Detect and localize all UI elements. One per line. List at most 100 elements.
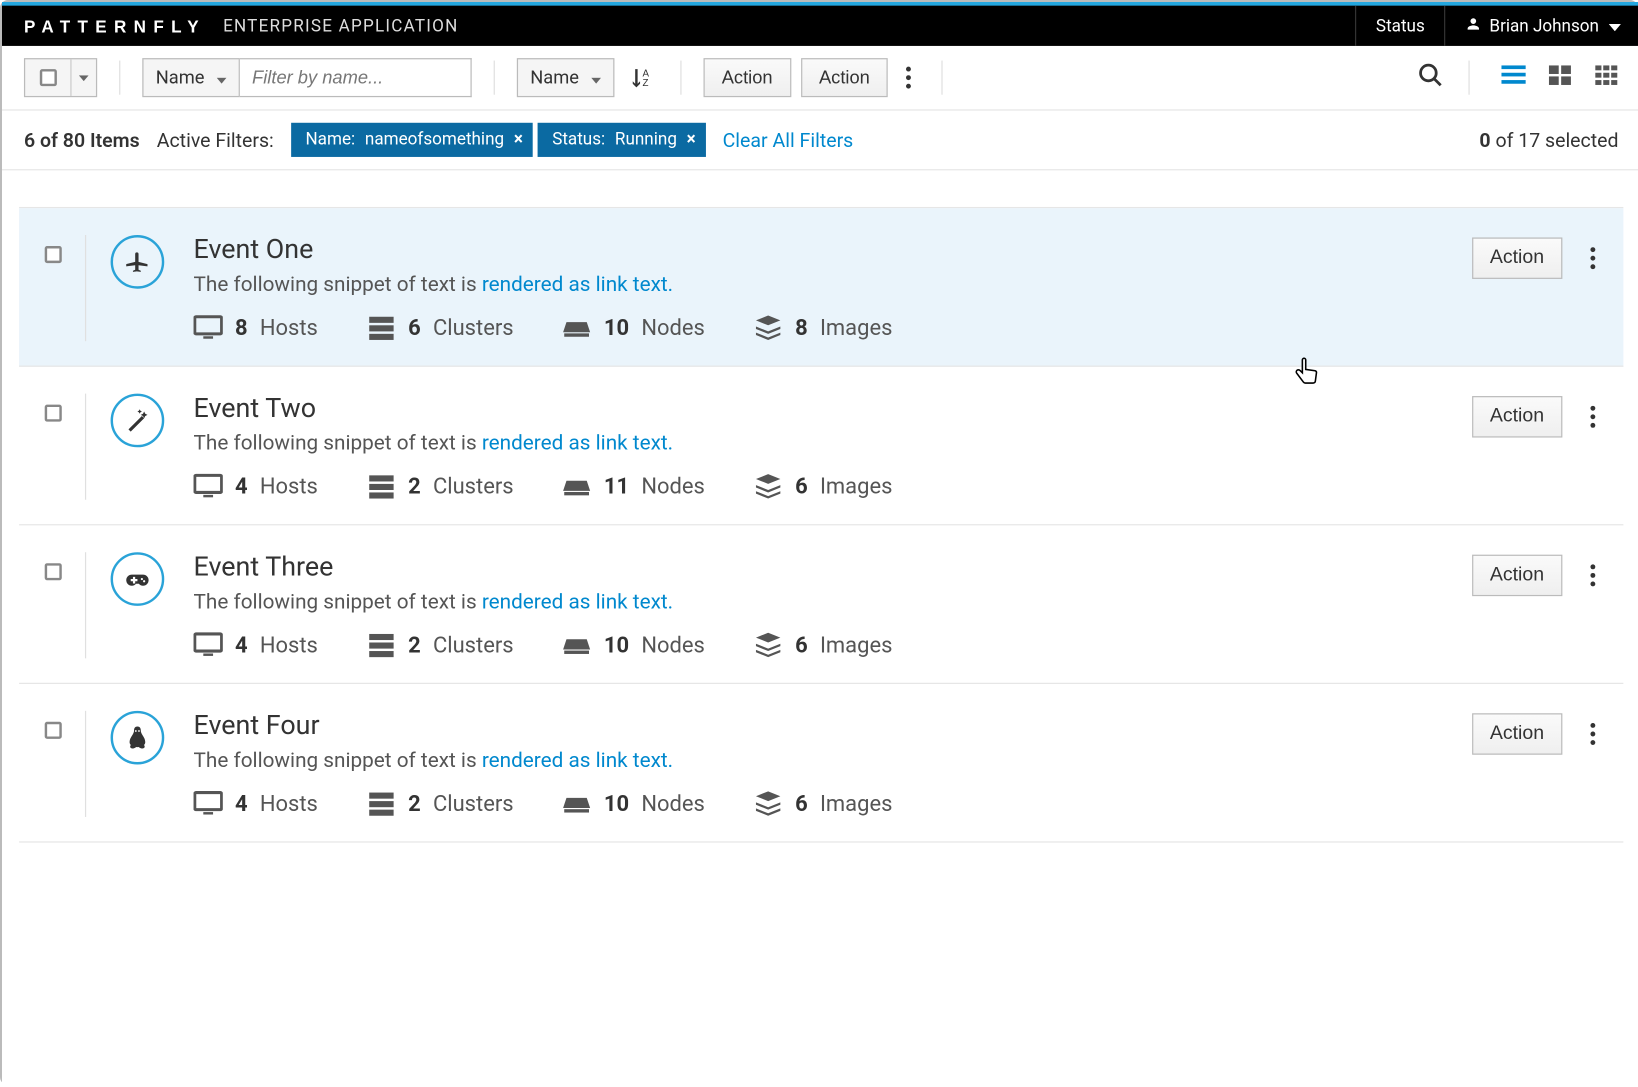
row-action-button[interactable]: Action (1472, 713, 1563, 754)
row-title: Event Two (194, 394, 1460, 425)
row-description: The following snippet of text is rendere… (194, 749, 1460, 773)
select-all-dropdown[interactable] (24, 58, 97, 97)
list-item[interactable]: Event Two The following snippet of text … (19, 367, 1623, 526)
row-separator (85, 235, 86, 341)
filter-chip[interactable]: Status: Running × (538, 123, 706, 157)
items-shown: 6 (24, 128, 35, 151)
selected-suffix: selected (1545, 128, 1618, 151)
nav-status[interactable]: Status (1355, 6, 1444, 46)
clear-filters-link[interactable]: Clear All Filters (723, 128, 854, 151)
row-kebab[interactable] (1582, 239, 1604, 278)
filter-results-bar: 6 of 80 Items Active Filters: Name: name… (2, 111, 1638, 171)
chip-remove-icon[interactable]: × (687, 130, 696, 150)
row-desc-link[interactable]: rendered as link text. (482, 749, 673, 773)
row-kebab[interactable] (1582, 556, 1604, 595)
user-icon (1465, 15, 1482, 37)
sort-direction-toggle[interactable]: A Z (624, 58, 658, 97)
stat-images: 6Images (754, 632, 893, 659)
select-all-caret[interactable] (70, 59, 96, 96)
stat-nodes: 10Nodes (562, 314, 704, 341)
row-title: Event Four (194, 711, 1460, 742)
row-separator (85, 711, 86, 817)
row-stats: 4Hosts 2Clusters 11Nodes 6Images (194, 473, 1460, 500)
items-total: 80 (63, 128, 85, 151)
plane-icon (111, 235, 165, 289)
stat-hosts: 4Hosts (194, 790, 318, 817)
row-desc-text: The following snippet of text is (194, 749, 482, 773)
toolbar-kebab[interactable] (898, 58, 920, 97)
row-checkbox[interactable] (44, 722, 61, 739)
nav-user-menu[interactable]: Brian Johnson (1444, 6, 1638, 46)
stat-nodes: 10Nodes (562, 790, 704, 817)
items-suffix: Items (90, 128, 140, 151)
stat-nodes: 10Nodes (562, 632, 704, 659)
item-count: 6 of 80 Items (24, 128, 140, 151)
row-desc-text: The following snippet of text is (194, 590, 482, 614)
stat-hosts: 8Hosts (194, 314, 318, 341)
toolbar-action-2[interactable]: Action (801, 58, 888, 97)
row-checkbox[interactable] (44, 563, 61, 580)
toolbar: Name Name A Z Action Action (2, 46, 1638, 111)
stat-images: 6Images (754, 473, 893, 500)
row-desc-text: The following snippet of text is (194, 431, 482, 455)
top-navbar: PATTERNFLY ENTERPRISE APPLICATION Status… (2, 2, 1638, 46)
filter-chip[interactable]: Name: nameofsomething × (291, 123, 533, 157)
filter-attribute-select[interactable]: Name (142, 58, 240, 97)
view-card-icon[interactable] (1548, 63, 1572, 92)
toolbar-separator (1468, 61, 1469, 95)
sort-attribute-label: Name (530, 67, 579, 89)
row-desc-link[interactable]: rendered as link text. (482, 431, 673, 455)
selected-count-num: 0 (1479, 128, 1490, 151)
chip-remove-icon[interactable]: × (514, 130, 523, 150)
stat-images: 6Images (754, 790, 893, 817)
active-filters-label: Active Filters: (157, 128, 274, 151)
view-list-icon[interactable] (1501, 63, 1525, 92)
nav-user-name: Brian Johnson (1489, 16, 1599, 36)
search-button[interactable] (1417, 62, 1444, 94)
stat-clusters: 2Clusters (367, 473, 514, 500)
toolbar-separator (494, 61, 495, 95)
chip-key: Status: (552, 130, 605, 150)
row-action-button[interactable]: Action (1472, 396, 1563, 437)
brand-subtitle: ENTERPRISE APPLICATION (223, 16, 458, 36)
row-separator (85, 394, 86, 500)
toolbar-separator (942, 61, 943, 95)
row-description: The following snippet of text is rendere… (194, 590, 1460, 614)
row-desc-link[interactable]: rendered as link text. (482, 590, 673, 614)
svg-text:Z: Z (642, 78, 648, 89)
list-view: Event One The following snippet of text … (19, 207, 1623, 843)
filter-input[interactable] (240, 58, 472, 97)
list-item[interactable]: Event One The following snippet of text … (19, 208, 1623, 367)
select-all-checkbox[interactable] (40, 69, 57, 86)
stat-clusters: 6Clusters (367, 314, 514, 341)
stat-hosts: 4Hosts (194, 473, 318, 500)
row-description: The following snippet of text is rendere… (194, 431, 1460, 455)
row-checkbox[interactable] (44, 405, 61, 422)
row-desc-link[interactable]: rendered as link text. (482, 273, 673, 297)
row-action-button[interactable]: Action (1472, 237, 1563, 278)
row-desc-text: The following snippet of text is (194, 273, 482, 297)
toolbar-action-1[interactable]: Action (703, 58, 790, 97)
row-separator (85, 552, 86, 658)
stat-clusters: 2Clusters (367, 632, 514, 659)
stat-images: 8Images (754, 314, 893, 341)
chip-key: Name: (305, 130, 355, 150)
sort-attribute-select[interactable]: Name (517, 58, 615, 97)
view-table-icon[interactable] (1594, 63, 1618, 92)
row-description: The following snippet of text is rendere… (194, 273, 1460, 297)
chevron-down-icon (591, 67, 601, 89)
chip-value: nameofsomething (365, 130, 504, 150)
row-action-button[interactable]: Action (1472, 555, 1563, 596)
row-checkbox[interactable] (44, 246, 61, 263)
selection-count: 0 of 17 selected (1479, 128, 1618, 151)
row-kebab[interactable] (1582, 397, 1604, 436)
row-stats: 8Hosts 6Clusters 10Nodes 8Images (194, 314, 1460, 341)
chevron-down-icon (1609, 16, 1621, 36)
list-item[interactable]: Event Three The following snippet of tex… (19, 525, 1623, 684)
magic-wand-icon (111, 394, 165, 448)
stat-hosts: 4Hosts (194, 632, 318, 659)
row-kebab[interactable] (1582, 714, 1604, 753)
brand-logo: PATTERNFLY (24, 16, 206, 36)
row-title: Event One (194, 235, 1460, 266)
list-item[interactable]: Event Four The following snippet of text… (19, 684, 1623, 843)
